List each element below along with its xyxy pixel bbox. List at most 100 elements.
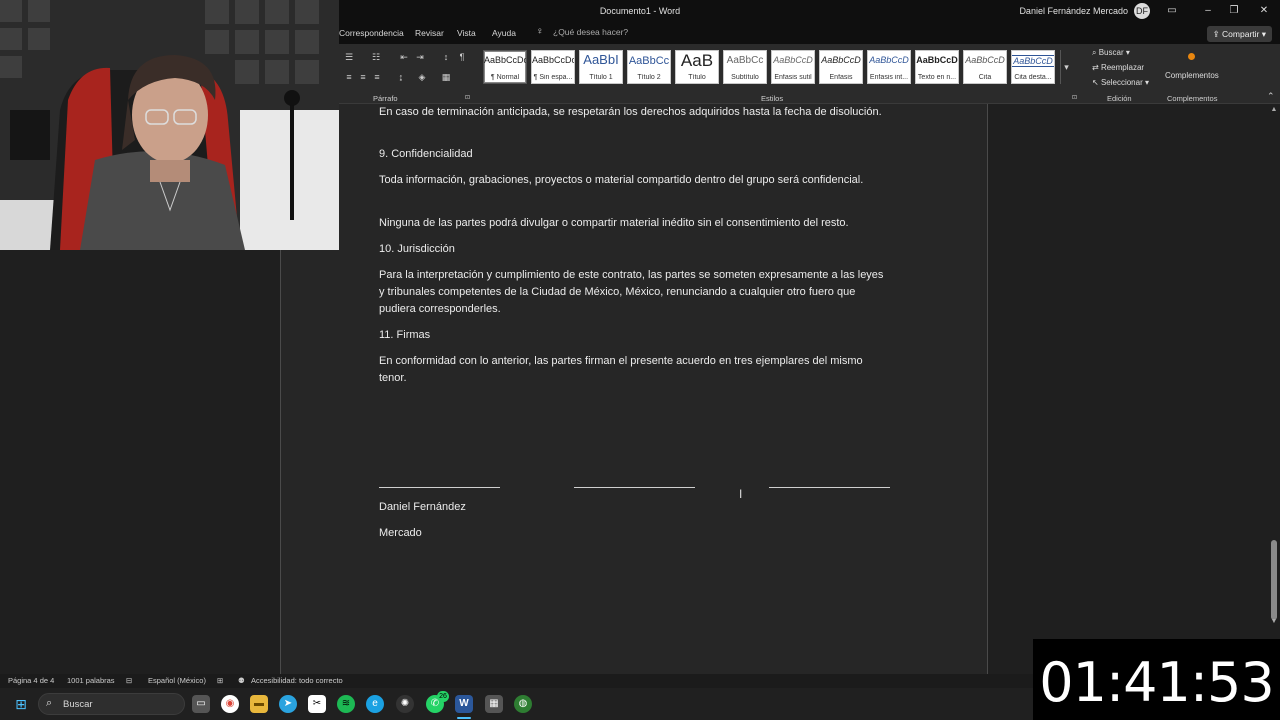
task-view-icon[interactable]: ▭ (192, 695, 210, 713)
proofing-icon[interactable]: ⊟ (126, 676, 132, 685)
styles-more-icon[interactable]: ▾ (1060, 50, 1072, 84)
style-sample: AaBbCcDc (532, 55, 574, 65)
style-name: Énfasis (829, 74, 853, 81)
style-name: Texto en n... (917, 74, 957, 81)
scroll-up-icon[interactable]: ▲ (1269, 106, 1279, 113)
paragraph: En conformidad con lo anterior, las part… (379, 355, 863, 384)
style-enfasis-intenso[interactable]: AaBbCcD Énfasis int... (867, 50, 911, 84)
page-count[interactable]: Página 4 de 4 (8, 676, 54, 685)
paragraph: Toda información, grabaciones, proyectos… (379, 174, 864, 186)
scroll-down-icon[interactable]: ▼ (1269, 618, 1279, 625)
line-spacing-icon[interactable]: ↨ (395, 72, 407, 82)
signature-line (574, 487, 695, 488)
vertical-scrollbar[interactable]: ▲ ▼ (1268, 104, 1280, 674)
tell-me-input[interactable]: ¿Qué desea hacer? (553, 27, 628, 37)
sort-icon[interactable]: ↕ (440, 52, 452, 62)
file-explorer-icon[interactable]: ▬ (250, 695, 268, 713)
chrome-icon[interactable]: ◉ (221, 695, 239, 713)
tab-ayuda[interactable]: Ayuda (492, 28, 516, 38)
tab-revisar[interactable]: Revisar (415, 28, 444, 38)
windows-start-icon[interactable]: ⊞ (12, 695, 30, 713)
style-normal[interactable]: AaBbCcDc ¶ Normal (483, 50, 527, 84)
minimize-icon[interactable]: – (1200, 3, 1216, 19)
paragraph: En caso de terminación anticipada, se re… (379, 106, 882, 118)
group-label-complementos: Complementos (1167, 94, 1218, 103)
style-sample: AaBbCcD (1012, 55, 1054, 67)
collapse-ribbon-icon[interactable]: ⌃ (1267, 91, 1275, 102)
align-right-icon[interactable]: ≡ (371, 72, 383, 82)
telegram-icon[interactable]: ➤ (279, 695, 297, 713)
style-name: Énfasis int... (869, 74, 909, 81)
share-button[interactable]: ⇪ Compartir ▾ (1206, 26, 1272, 42)
shading-icon[interactable]: ◈ (416, 72, 428, 82)
style-subtitulo[interactable]: AaBbCc Subtítulo (723, 50, 767, 84)
style-titulo[interactable]: AaB Título (675, 50, 719, 84)
style-sin-espaciado[interactable]: AaBbCcDc ¶ Sin espa... (531, 50, 575, 84)
share-icon: ⇪ (1212, 29, 1223, 39)
chatgpt-icon[interactable]: ✺ (396, 695, 414, 713)
numbering-icon[interactable]: ☷ (370, 52, 382, 62)
tab-vista[interactable]: Vista (457, 28, 476, 38)
edge-icon[interactable]: e (366, 695, 384, 713)
style-cita-destacada[interactable]: AaBbCcD Cita desta... (1011, 50, 1055, 84)
find-button[interactable]: ⌕ Buscar ▾ (1092, 48, 1130, 58)
document-page[interactable]: En caso de terminación anticipada, se re… (280, 104, 988, 674)
addins-button[interactable]: Complementos (1165, 71, 1219, 80)
spotify-icon[interactable]: ≋ (337, 695, 355, 713)
find-label: Buscar (1098, 48, 1124, 57)
styles-launcher-icon[interactable]: ⊡ (1072, 94, 1077, 101)
style-cita[interactable]: AaBbCcD Cita (963, 50, 1007, 84)
ribbon-display-options-icon[interactable]: ▭ (1164, 3, 1180, 19)
signature-name-line-2: Mercado (379, 527, 422, 539)
accessibility-status[interactable]: Accesibilidad: todo correcto (251, 676, 343, 685)
taskbar-search[interactable]: ⌕ Buscar (38, 693, 185, 715)
calculator-icon[interactable]: ▦ (485, 695, 503, 713)
word-icon[interactable]: W (455, 695, 473, 713)
select-button[interactable]: ↖ Seleccionar ▾ (1092, 78, 1149, 87)
close-icon[interactable]: ✕ (1256, 3, 1272, 19)
restore-icon[interactable]: ❐ (1226, 3, 1242, 19)
user-name[interactable]: Daniel Fernández Mercado (1019, 6, 1128, 16)
style-texto-en-negrita[interactable]: AaBbCcD Texto en n... (915, 50, 959, 84)
increase-indent-icon[interactable]: ⇥ (414, 52, 426, 62)
predictions-icon[interactable]: ⊞ (217, 676, 223, 685)
tab-correspondencia[interactable]: Correspondencia (339, 28, 404, 38)
scrollbar-thumb[interactable] (1271, 540, 1277, 620)
pilcrow-icon[interactable]: ¶ (456, 52, 468, 62)
style-name: Título 2 (637, 74, 661, 81)
replace-icon: ⇄ (1092, 63, 1101, 72)
paragraph: Para la interpretación y cumplimiento de… (379, 269, 884, 315)
replace-button[interactable]: ⇄ Reemplazar (1092, 63, 1144, 72)
replace-label: Reemplazar (1100, 63, 1145, 72)
style-name: Subtítulo (731, 74, 759, 81)
style-titulo-2[interactable]: AaBbCc Título 2 (627, 50, 671, 84)
user-avatar[interactable]: DF (1134, 3, 1150, 19)
timer-display: 01:41:53 (1039, 651, 1275, 714)
style-name: Énfasis sutil (774, 74, 812, 81)
decrease-indent-icon[interactable]: ⇤ (398, 52, 410, 62)
bullets-icon[interactable]: ☰ (343, 52, 355, 62)
capcut-icon[interactable]: ✂ (308, 695, 326, 713)
style-titulo-1[interactable]: AaBbI Título 1 (579, 50, 623, 84)
signature-name-line-1: Daniel Fernández (379, 501, 466, 513)
select-label: Seleccionar (1100, 78, 1143, 87)
group-label-parrafo: Párrafo (373, 94, 398, 103)
accessibility-icon[interactable]: ⚉ (238, 676, 245, 685)
borders-icon[interactable]: ▦ (440, 72, 452, 82)
webcam-feed-image (0, 0, 339, 250)
paragraph-launcher-icon[interactable]: ⊡ (465, 94, 470, 101)
align-center-icon[interactable]: ≡ (357, 72, 369, 82)
style-sample: AaBbCcD (821, 55, 861, 65)
style-name: Cita (978, 74, 992, 81)
style-sample: AaBbCcDc (484, 55, 526, 65)
lightbulb-icon: ♀ (536, 26, 544, 37)
style-enfasis[interactable]: AaBbCcD Énfasis (819, 50, 863, 84)
word-count[interactable]: 1001 palabras (67, 676, 115, 685)
signature-line (769, 487, 890, 488)
align-left-icon[interactable]: ≡ (343, 72, 355, 82)
addins-icon (1188, 53, 1195, 60)
signature-line (379, 487, 500, 488)
style-enfasis-sutil[interactable]: AaBbCcD Énfasis sutil (771, 50, 815, 84)
language-indicator[interactable]: Español (México) (148, 676, 206, 685)
globe-icon[interactable]: ◍ (514, 695, 532, 713)
